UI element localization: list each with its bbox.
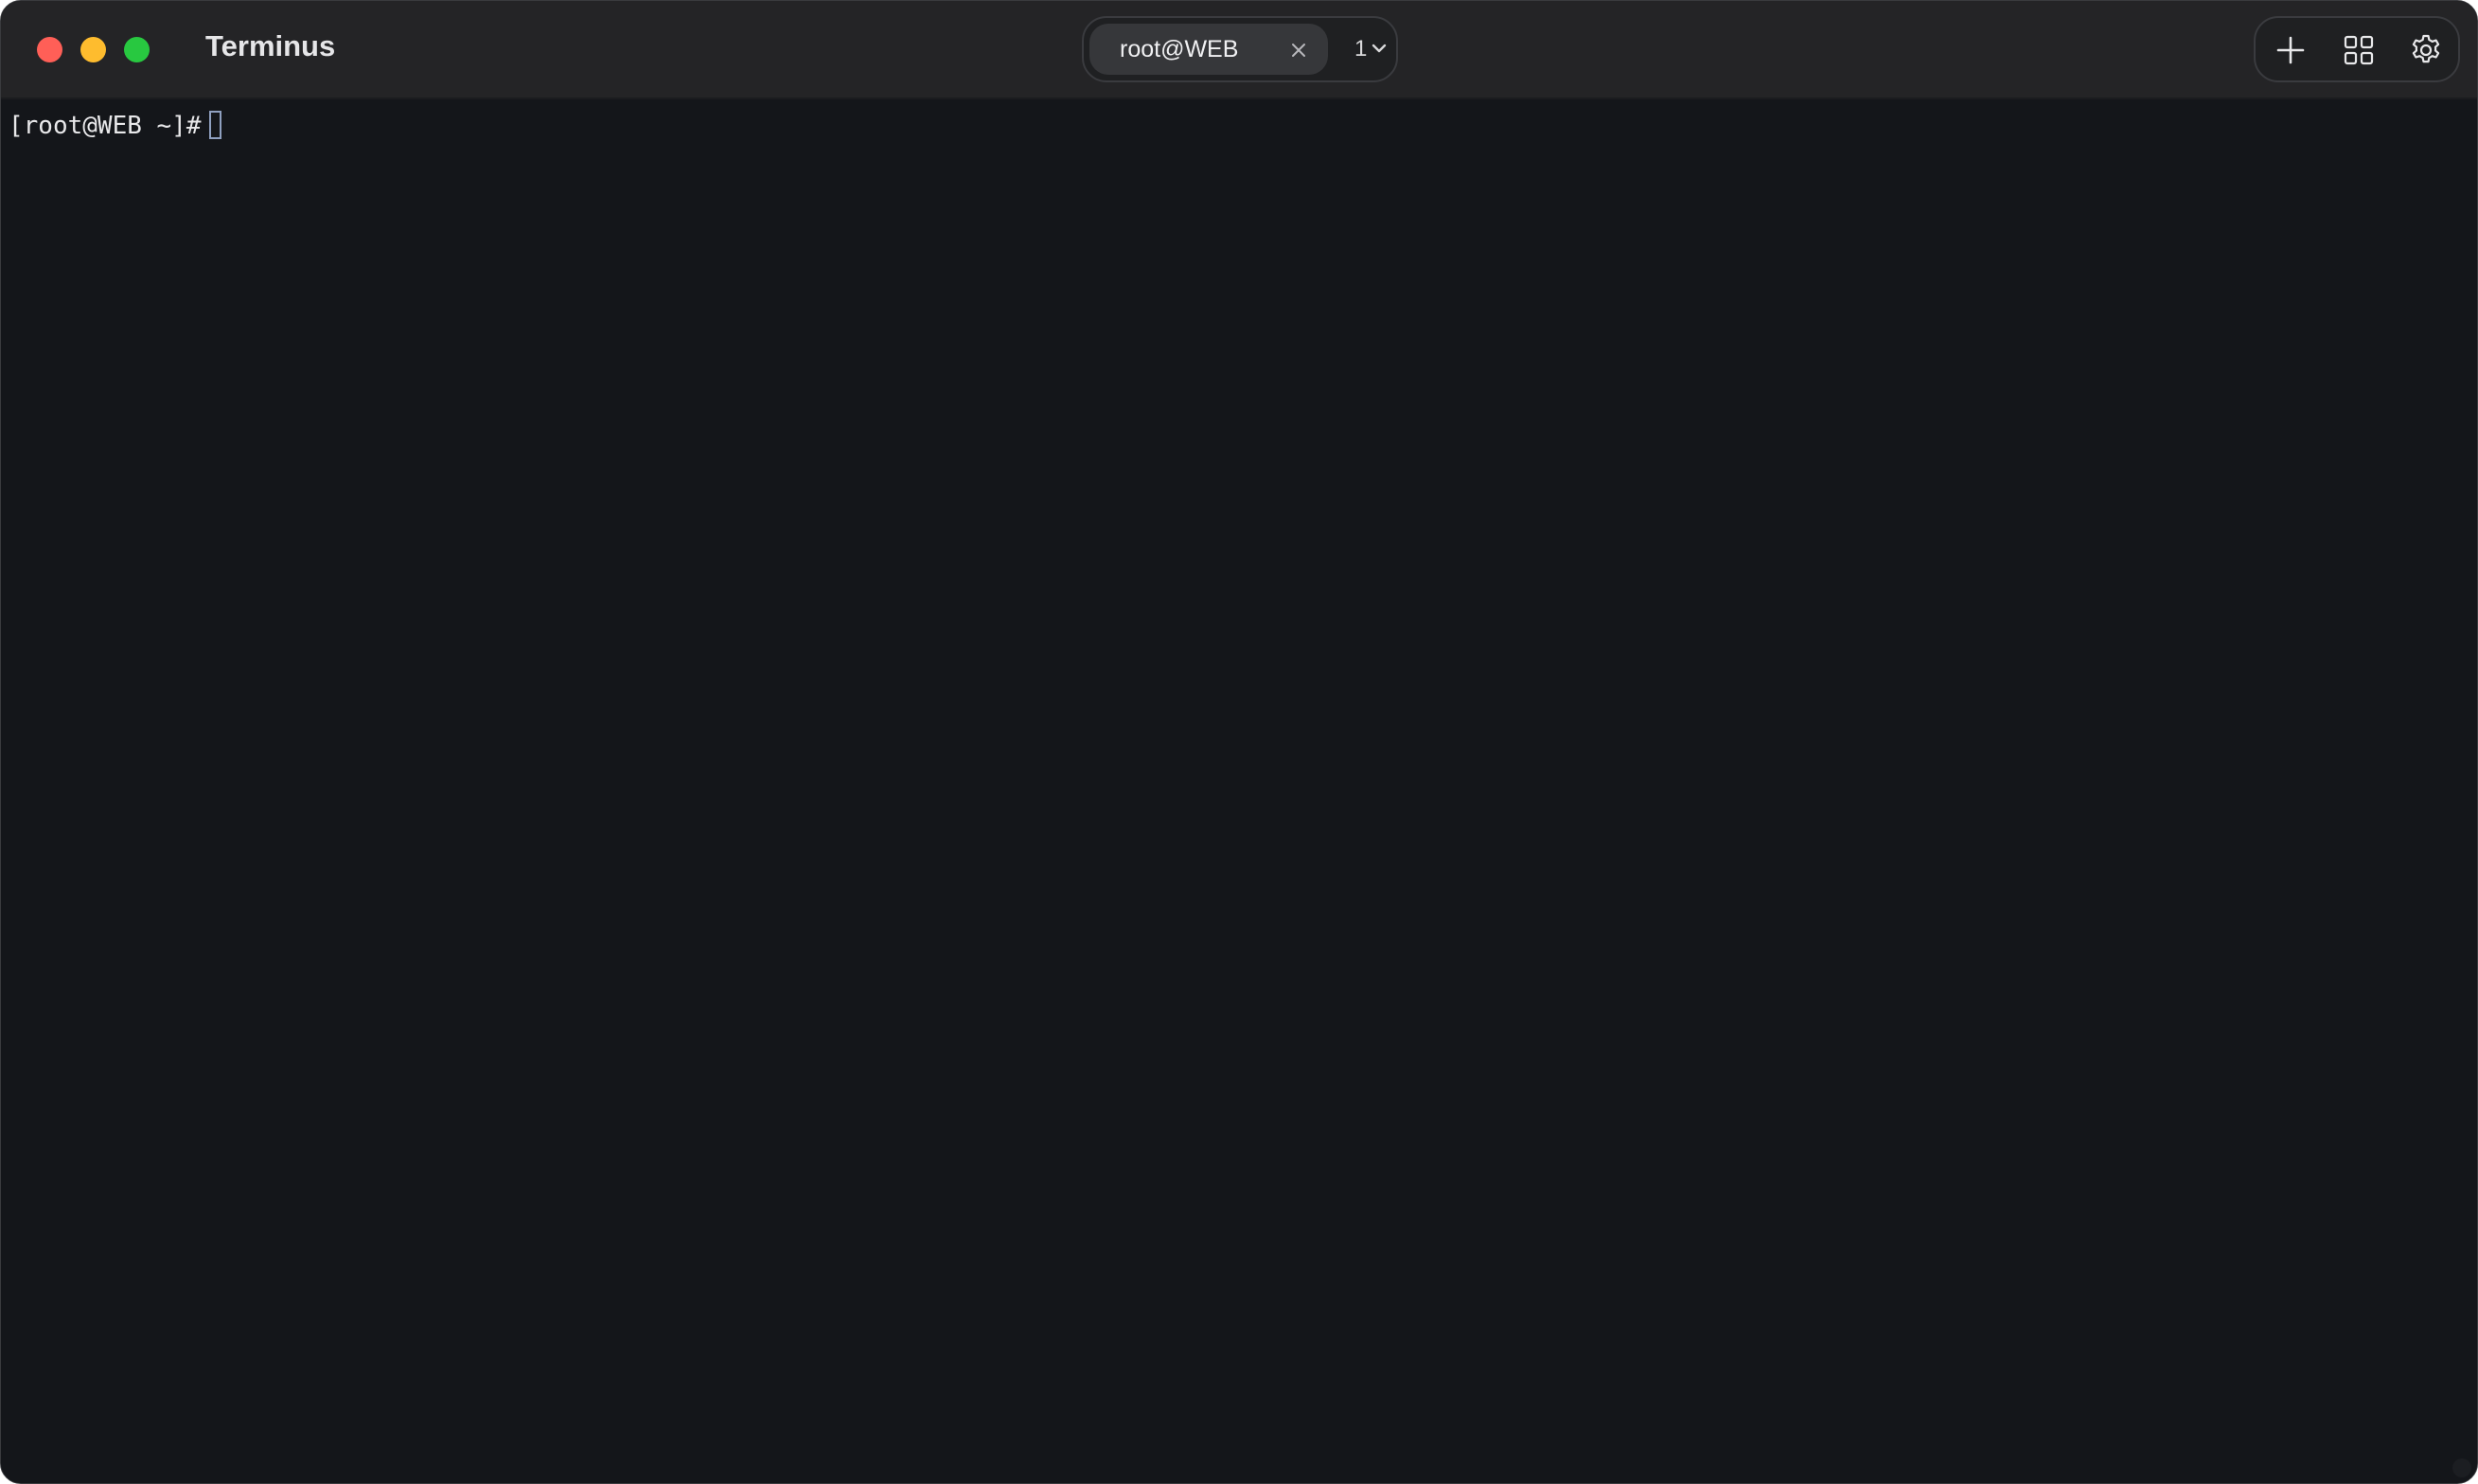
close-icon[interactable] — [1288, 40, 1309, 61]
tab-label: root@WEB — [1120, 36, 1239, 62]
app-title: Terminus — [205, 29, 336, 62]
tab-root-web[interactable]: root@WEB — [1089, 24, 1328, 75]
shell-prompt: [root@WEB ~]# — [9, 112, 202, 140]
title-bar[interactable]: Terminus root@WEB 1 — [1, 1, 2477, 99]
grid-icon[interactable] — [2341, 32, 2377, 68]
prompt-line: [root@WEB ~]# — [9, 109, 221, 143]
tab-count[interactable]: 1 — [1354, 36, 1367, 62]
tab-bar: root@WEB 1 — [1082, 16, 1398, 82]
terminal-window: Terminus root@WEB 1 [root@WEB ~]# — [0, 0, 2478, 1484]
close-window-button[interactable] — [37, 37, 62, 62]
plus-icon[interactable] — [2273, 32, 2309, 68]
chevron-down-icon[interactable] — [1372, 43, 1387, 54]
maximize-window-button[interactable] — [124, 37, 150, 62]
terminal-output-area[interactable]: [root@WEB ~]# — [1, 99, 2477, 1483]
gear-icon[interactable] — [2408, 32, 2444, 68]
toolbar — [2254, 16, 2460, 82]
resize-grip[interactable] — [2452, 1458, 2471, 1477]
text-cursor — [208, 111, 221, 139]
minimize-window-button[interactable] — [80, 37, 106, 62]
